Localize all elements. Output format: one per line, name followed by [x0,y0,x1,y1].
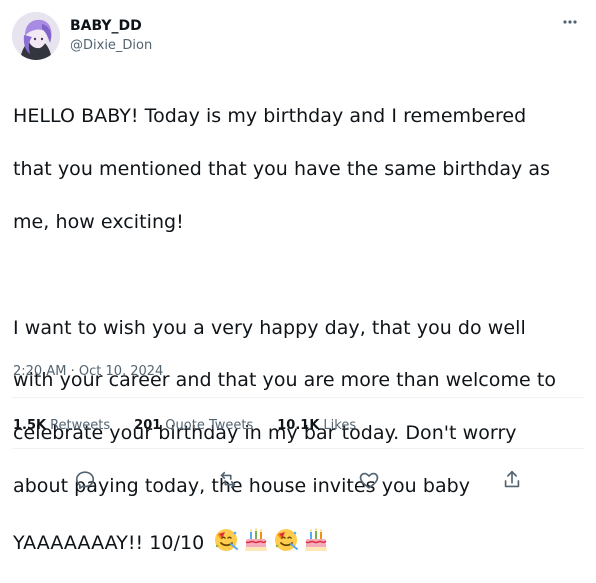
tweet-text-line-last: YAAAAAAAY!! 10/10 [13,526,588,556]
share-button[interactable] [495,463,529,497]
divider [12,397,584,398]
retweet-button[interactable] [211,463,245,497]
partying-face-emoji [212,526,240,554]
birthday-cake-emoji [242,526,270,554]
tweet-actions [0,463,596,497]
avatar-image [12,12,60,60]
tweet-paragraph-gap [13,262,588,288]
reply-button[interactable] [68,463,102,497]
retweet-icon [217,469,239,491]
quote-tweets-label: Quote Tweets [165,418,254,433]
author-handle[interactable]: @Dixie_Dion [70,37,152,55]
quote-tweets-stat[interactable]: 201 Quote Tweets [134,418,253,433]
retweets-label: Retweets [50,418,111,433]
author-display-name[interactable]: BABY_DD [70,17,152,35]
tweet-text-line: me, how exciting! [13,211,184,234]
like-button[interactable] [352,463,386,497]
retweets-stat[interactable]: 1.5K Retweets [13,418,110,433]
tweet-text: HELLO BABY! Today is my birthday and I r… [13,77,588,583]
likes-count: 10.1K [277,418,320,433]
birthday-cake-emoji [302,526,330,554]
quote-tweets-count: 201 [134,418,162,433]
partying-face-emoji [272,526,300,554]
retweets-count: 1.5K [13,418,47,433]
tweet-text-line: that you mentioned that you have the sam… [13,158,551,181]
more-icon[interactable] [558,10,582,34]
likes-label: Likes [323,418,357,433]
tweet-timestamp[interactable]: 2:20 AM · Oct 10, 2024 [13,364,163,379]
engagement-stats: 1.5K Retweets 201 Quote Tweets 10.1K Likes [13,418,356,433]
tweet-header: BABY_DD @Dixie_Dion [12,12,584,62]
heart-icon [358,469,380,491]
share-icon [501,469,523,491]
author-info: BABY_DD @Dixie_Dion [70,17,152,55]
divider [12,448,584,449]
avatar[interactable] [12,12,60,60]
reply-icon [74,469,96,491]
tweet-text-line: YAAAAAAAY!! 10/10 [13,531,205,554]
tweet-text-line: HELLO BABY! Today is my birthday and I r… [13,105,527,128]
likes-stat[interactable]: 10.1K Likes [277,418,356,433]
tweet-text-line: I want to wish you a very happy day, tha… [13,316,526,339]
emoji-group [212,526,332,554]
